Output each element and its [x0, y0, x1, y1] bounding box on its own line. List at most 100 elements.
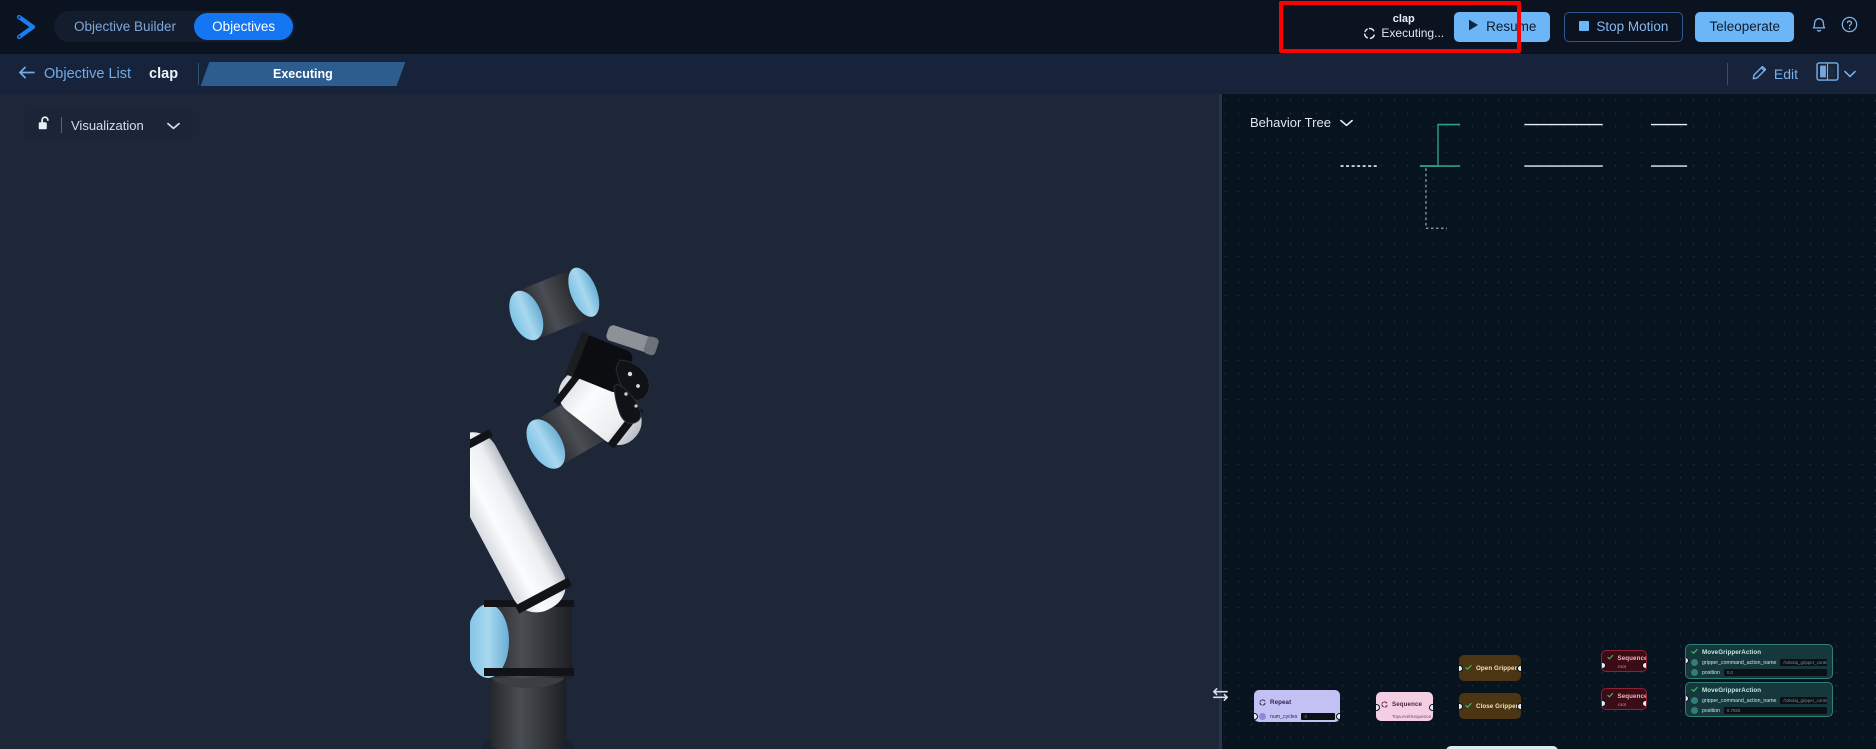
edit-button[interactable]: Edit	[1744, 65, 1806, 83]
node-header: MoveGripperAction	[1686, 683, 1832, 696]
teleoperate-button[interactable]: Teleoperate	[1695, 11, 1794, 42]
objective-subbar: Objective List clap Executing Edit	[0, 54, 1876, 94]
top-toolbar: Objective Builder Objectives clap Execut…	[0, 0, 1876, 54]
resume-button[interactable]: Resume	[1454, 11, 1551, 42]
spinner-icon	[1381, 695, 1388, 713]
node-subtitle: root	[1618, 663, 1626, 669]
node-title: Close Gripper	[1476, 702, 1519, 710]
node-title: Sequence	[1617, 654, 1647, 662]
app-root: Objective Builder Objectives clap Execut…	[0, 0, 1876, 749]
back-link-label: Objective List	[44, 66, 132, 82]
node-title: MoveGripperAction	[1702, 687, 1762, 694]
check-icon	[1465, 702, 1472, 711]
node-param-row: position 0.0	[1686, 668, 1832, 678]
check-icon	[1607, 654, 1614, 663]
panel-layout-button[interactable]	[1810, 62, 1862, 86]
node-title: Repeat	[1270, 698, 1292, 706]
panel-divider[interactable]	[1213, 94, 1228, 749]
visualization-label: Visualization	[71, 117, 144, 133]
node-output-socket[interactable]	[1517, 665, 1521, 672]
behavior-tree-dropdown[interactable]: Behavior Tree	[1241, 110, 1362, 135]
check-icon	[1691, 686, 1698, 695]
execution-state-label: Executing	[273, 67, 333, 81]
chevron-down-icon	[166, 118, 180, 133]
unlocked-padlock-icon	[38, 116, 52, 134]
chevron-logo-icon[interactable]	[10, 10, 44, 44]
node-title: Sequence	[1617, 692, 1647, 700]
tab-objective-builder[interactable]: Objective Builder	[56, 13, 194, 40]
pencil-icon	[1752, 65, 1767, 83]
node-header: Close Gripper	[1459, 702, 1521, 711]
node-output-socket[interactable]	[1642, 700, 1646, 707]
node-subtitle: TopLevelSequence	[1392, 714, 1432, 719]
param-value[interactable]: /robotiq_gripper_controller	[1780, 659, 1827, 666]
node-header: Sequence	[1602, 651, 1646, 664]
execution-state-banner: Executing	[200, 62, 406, 86]
check-icon	[1691, 648, 1698, 657]
node-header: Open Gripper	[1459, 664, 1521, 673]
node-title: Open Gripper	[1476, 664, 1518, 672]
tree-node-sequence-close[interactable]: Sequence root	[1601, 688, 1647, 710]
node-subtitle: root	[1618, 701, 1626, 707]
behavior-tree-graph[interactable]: Repeat num_cycles 3 Sequence TopLevelSeq…	[1219, 94, 1876, 749]
objective-name-breadcrumb: clap	[149, 66, 179, 82]
node-param-row: num_cycles 3	[1254, 712, 1340, 722]
teleoperate-label: Teleoperate	[1709, 19, 1780, 34]
visualization-viewport[interactable]: Visualization	[0, 94, 1219, 749]
help-circle-icon	[1841, 16, 1858, 38]
robot-arm-model	[470, 267, 659, 749]
behavior-tree-label: Behavior Tree	[1250, 115, 1331, 130]
notifications-button[interactable]	[1804, 12, 1834, 42]
tree-node-open-gripper[interactable]: Open Gripper	[1459, 655, 1521, 681]
subbar-divider	[1726, 63, 1728, 85]
check-icon	[1607, 692, 1614, 701]
tree-node-sequence-open[interactable]: Sequence root	[1601, 650, 1647, 672]
tree-node-repeat[interactable]: Repeat num_cycles 3	[1254, 690, 1340, 722]
chevron-down-icon	[1844, 65, 1856, 83]
tree-node-close-gripper[interactable]: Close Gripper	[1459, 693, 1521, 719]
stop-motion-label: Stop Motion	[1596, 19, 1669, 34]
nav-segmented-control: Objective Builder Objectives	[54, 11, 296, 42]
param-key: position	[1702, 669, 1720, 676]
param-value[interactable]: 0.7925	[1723, 707, 1827, 714]
param-key: gripper_command_action_name	[1702, 697, 1777, 704]
node-output-socket[interactable]	[1642, 662, 1646, 669]
behavior-tree-panel[interactable]: Behavior Tree Repeat num_cycles 3 Sequen…	[1219, 94, 1876, 749]
node-output-socket[interactable]	[1336, 713, 1340, 720]
resize-horizontal-icon[interactable]	[1210, 684, 1231, 705]
back-to-objective-list[interactable]: Objective List	[18, 66, 131, 83]
tree-node-move-gripper-close[interactable]: MoveGripperAction gripper_command_action…	[1685, 682, 1833, 717]
param-pin-icon	[1691, 697, 1698, 704]
node-header: Repeat	[1254, 690, 1340, 712]
tree-node-move-gripper-open[interactable]: MoveGripperAction gripper_command_action…	[1685, 644, 1833, 679]
execution-status-line: Executing...	[1363, 26, 1444, 40]
help-button[interactable]	[1834, 12, 1864, 42]
execution-objective-name: clap	[1392, 13, 1415, 25]
stop-square-icon	[1579, 19, 1590, 34]
spinner-icon	[1259, 693, 1266, 711]
node-param-row: position 0.7925	[1686, 706, 1832, 716]
node-output-socket[interactable]	[1429, 704, 1433, 711]
visualization-dropdown[interactable]: Visualization	[25, 110, 193, 140]
split-panel-icon	[1816, 62, 1839, 86]
node-header: MoveGripperAction	[1686, 645, 1832, 658]
param-value[interactable]: 0.0	[1723, 669, 1827, 676]
node-header: Sequence	[1376, 692, 1433, 714]
tab-objectives[interactable]: Objectives	[194, 13, 294, 40]
bell-icon	[1811, 16, 1827, 38]
param-value[interactable]: /robotiq_gripper_controller	[1780, 697, 1827, 704]
param-key: num_cycles	[1270, 713, 1298, 720]
tree-node-sequence-top[interactable]: Sequence TopLevelSequence	[1376, 692, 1433, 721]
breadcrumb-divider	[198, 63, 200, 85]
node-title: Sequence	[1392, 700, 1423, 708]
execution-status-text: Executing...	[1381, 26, 1445, 40]
main-content: Visualization Behavior Tree Repeat num_c…	[0, 94, 1876, 749]
node-output-socket[interactable]	[1517, 703, 1521, 710]
param-value[interactable]: 3	[1301, 713, 1335, 720]
edit-button-label: Edit	[1773, 66, 1798, 82]
chevron-down-icon	[1340, 115, 1353, 130]
node-title: MoveGripperAction	[1702, 649, 1762, 656]
param-pin-icon	[1691, 659, 1698, 666]
check-icon	[1465, 664, 1472, 673]
stop-motion-button[interactable]: Stop Motion	[1564, 11, 1684, 42]
